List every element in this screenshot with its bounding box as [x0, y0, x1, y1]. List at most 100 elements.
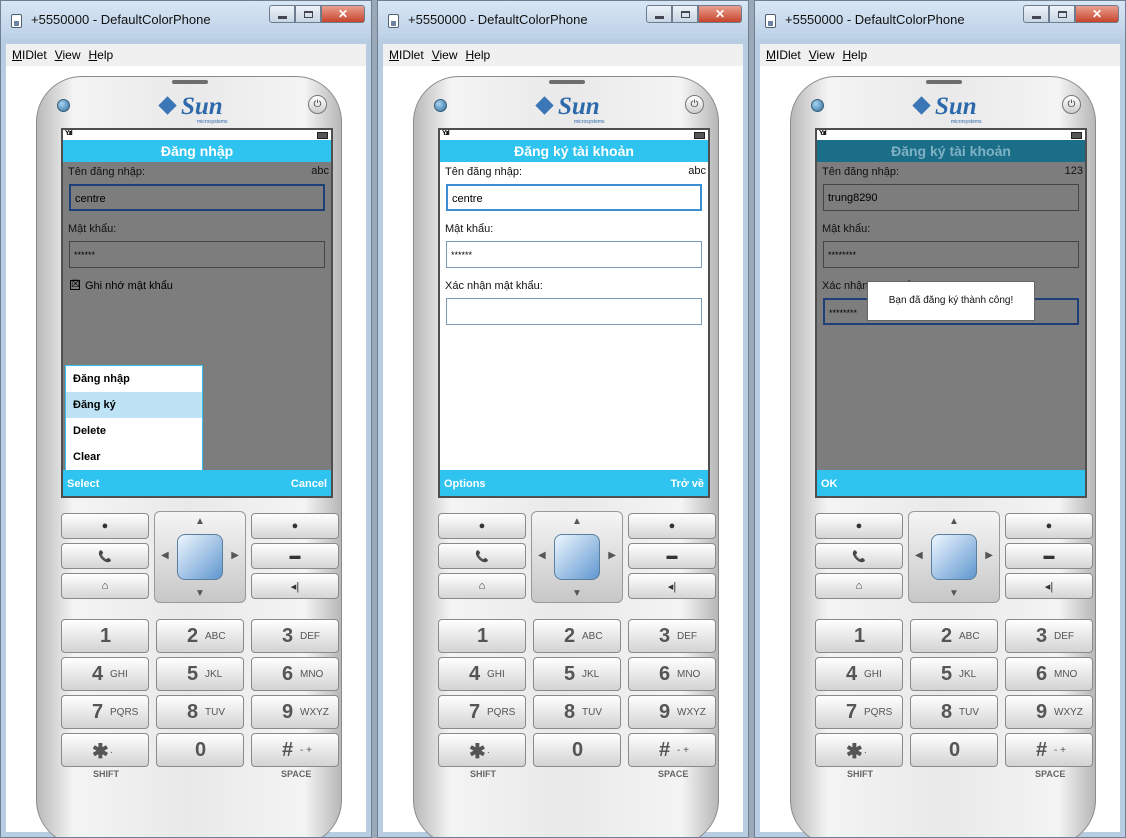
minimize-button[interactable]	[1023, 5, 1049, 23]
key-star[interactable]: ✱.	[61, 733, 149, 767]
softkey-left[interactable]: Options	[444, 478, 486, 490]
right-soft-key[interactable]: ●	[628, 513, 716, 539]
menu-help[interactable]: Help	[89, 48, 114, 62]
menu-item-login[interactable]: Đăng nhập	[66, 366, 202, 392]
call-key[interactable]: 📞	[438, 543, 526, 569]
softkey-right[interactable]: Trở về	[670, 478, 704, 490]
close-button[interactable]: ✕	[698, 5, 742, 23]
power-button[interactable]: ⏻	[1062, 95, 1081, 114]
call-key[interactable]: 📞	[61, 543, 149, 569]
maximize-button[interactable]	[1049, 5, 1075, 23]
home-key[interactable]: ⌂	[61, 573, 149, 599]
key-hash[interactable]: # - +	[1005, 733, 1093, 767]
key-3[interactable]: 3 DEF	[1005, 619, 1093, 653]
close-button[interactable]: ✕	[1075, 5, 1119, 23]
menu-item-clear[interactable]: Clear	[66, 444, 202, 470]
title-bar[interactable]: +5550000 - DefaultColorPhone ✕	[378, 1, 748, 39]
back-key[interactable]: ◂|	[628, 573, 716, 599]
key-1[interactable]: 1	[61, 619, 149, 653]
softkey-right[interactable]: Cancel	[291, 478, 327, 490]
menu-item-register[interactable]: Đăng ký	[66, 392, 202, 418]
home-key[interactable]: ⌂	[815, 573, 903, 599]
key-6[interactable]: 6 MNO	[251, 657, 339, 691]
right-soft-key[interactable]: ●	[1005, 513, 1093, 539]
menu-midlet[interactable]: MIDlet	[766, 48, 801, 62]
maximize-button[interactable]	[672, 5, 698, 23]
end-call-key[interactable]: ▬	[1005, 543, 1093, 569]
username-field[interactable]: trung8290	[823, 184, 1079, 211]
key-5[interactable]: 5 JKL	[533, 657, 621, 691]
key-0[interactable]: 0	[156, 733, 244, 767]
password-field[interactable]: ******	[69, 241, 325, 268]
power-button[interactable]: ⏻	[685, 95, 704, 114]
username-field[interactable]: centre	[446, 184, 702, 211]
end-call-key[interactable]: ▬	[251, 543, 339, 569]
left-soft-key[interactable]: ●	[815, 513, 903, 539]
key-3[interactable]: 3 DEF	[628, 619, 716, 653]
minimize-button[interactable]	[646, 5, 672, 23]
key-4[interactable]: 4 GHI	[438, 657, 526, 691]
maximize-button[interactable]	[295, 5, 321, 23]
key-4[interactable]: 4 GHI	[815, 657, 903, 691]
dpad-select-button[interactable]	[931, 534, 977, 580]
call-key[interactable]: 📞	[815, 543, 903, 569]
menu-view[interactable]: View	[432, 48, 458, 62]
key-hash[interactable]: # - +	[628, 733, 716, 767]
password-field[interactable]: ********	[823, 241, 1079, 268]
key-5[interactable]: 5 JKL	[156, 657, 244, 691]
key-3[interactable]: 3 DEF	[251, 619, 339, 653]
key-hash[interactable]: # - +	[251, 733, 339, 767]
key-0[interactable]: 0	[910, 733, 998, 767]
menu-item-delete[interactable]: Delete	[66, 418, 202, 444]
key-8[interactable]: 8 TUV	[156, 695, 244, 729]
menu-view[interactable]: View	[55, 48, 81, 62]
key-7[interactable]: 7 PQRS	[61, 695, 149, 729]
title-bar[interactable]: +5550000 - DefaultColorPhone ✕	[755, 1, 1125, 39]
key-9[interactable]: 9 WXYZ	[1005, 695, 1093, 729]
confirm-password-field[interactable]	[446, 298, 702, 325]
home-key[interactable]: ⌂	[438, 573, 526, 599]
close-button[interactable]: ✕	[321, 5, 365, 23]
softkey-left[interactable]: OK	[821, 478, 838, 490]
title-bar[interactable]: +5550000 - DefaultColorPhone ✕	[1, 1, 371, 39]
remember-password-checkbox[interactable]: ☒ Ghi nhớ mật khẩu	[63, 276, 331, 296]
key-7[interactable]: 7 PQRS	[815, 695, 903, 729]
key-1[interactable]: 1	[438, 619, 526, 653]
key-6[interactable]: 6 MNO	[1005, 657, 1093, 691]
key-4[interactable]: 4 GHI	[61, 657, 149, 691]
key-2[interactable]: 2 ABC	[533, 619, 621, 653]
menu-midlet[interactable]: MIDlet	[389, 48, 424, 62]
back-key[interactable]: ◂|	[251, 573, 339, 599]
end-call-key[interactable]: ▬	[628, 543, 716, 569]
dpad[interactable]: ▲ ▼ ◀ ▶	[531, 511, 623, 603]
key-9[interactable]: 9 WXYZ	[251, 695, 339, 729]
dpad[interactable]: ▲ ▼ ◀ ▶	[154, 511, 246, 603]
minimize-button[interactable]	[269, 5, 295, 23]
key-8[interactable]: 8 TUV	[910, 695, 998, 729]
dpad[interactable]: ▲ ▼ ◀ ▶	[908, 511, 1000, 603]
key-2[interactable]: 2 ABC	[910, 619, 998, 653]
key-7[interactable]: 7 PQRS	[438, 695, 526, 729]
key-star[interactable]: ✱.	[438, 733, 526, 767]
right-soft-key[interactable]: ●	[251, 513, 339, 539]
key-5[interactable]: 5 JKL	[910, 657, 998, 691]
menu-help[interactable]: Help	[843, 48, 868, 62]
key-star[interactable]: ✱.	[815, 733, 903, 767]
key-2[interactable]: 2 ABC	[156, 619, 244, 653]
left-soft-key[interactable]: ●	[438, 513, 526, 539]
key-1[interactable]: 1	[815, 619, 903, 653]
dpad-select-button[interactable]	[554, 534, 600, 580]
username-field[interactable]: centre	[69, 184, 325, 211]
left-soft-key[interactable]: ●	[61, 513, 149, 539]
power-button[interactable]: ⏻	[308, 95, 327, 114]
key-6[interactable]: 6 MNO	[628, 657, 716, 691]
key-0[interactable]: 0	[533, 733, 621, 767]
password-field[interactable]: ******	[446, 241, 702, 268]
menu-midlet[interactable]: MIDlet	[12, 48, 47, 62]
menu-help[interactable]: Help	[466, 48, 491, 62]
softkey-left[interactable]: Select	[67, 478, 99, 490]
key-8[interactable]: 8 TUV	[533, 695, 621, 729]
dpad-select-button[interactable]	[177, 534, 223, 580]
back-key[interactable]: ◂|	[1005, 573, 1093, 599]
key-9[interactable]: 9 WXYZ	[628, 695, 716, 729]
